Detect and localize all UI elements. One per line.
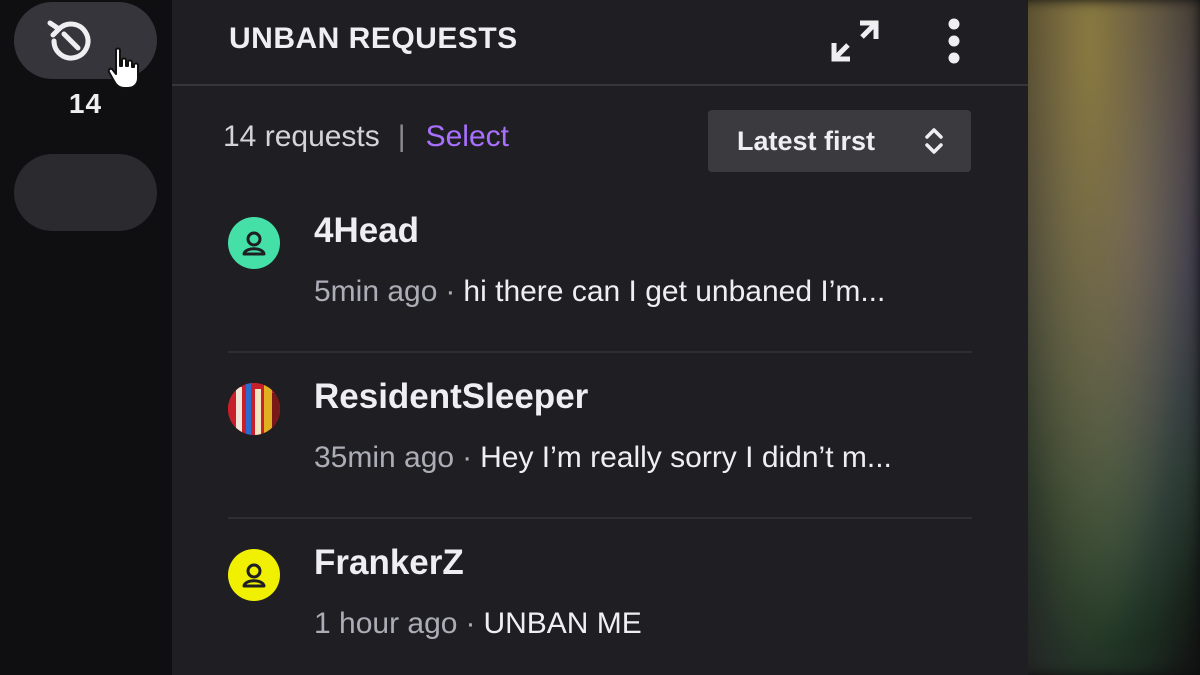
- request-time: 5min ago: [314, 275, 438, 308]
- request-time: 1 hour ago: [314, 607, 458, 640]
- request-username: 4Head: [314, 211, 420, 250]
- request-username: FrankerZ: [314, 543, 464, 582]
- request-message: Hey I’m really sorry I didn’t m...: [480, 441, 892, 474]
- meta-separator: ·: [462, 441, 473, 474]
- summary-separator: |: [397, 120, 406, 153]
- select-link[interactable]: Select: [426, 120, 509, 154]
- request-username: ResidentSleeper: [314, 377, 589, 416]
- user-avatar: [228, 549, 280, 601]
- request-time: 35min ago: [314, 441, 455, 474]
- hand-cursor-icon: [107, 47, 139, 89]
- panel-title: UNBAN REQUESTS: [229, 22, 518, 55]
- divider: [228, 517, 972, 519]
- photo-avatar: [228, 383, 280, 435]
- request-message: UNBAN ME: [483, 607, 642, 640]
- rail-request-count: 14: [68, 88, 103, 119]
- user-avatar: [228, 217, 280, 269]
- user-icon: [242, 563, 266, 588]
- expand-button[interactable]: [827, 16, 883, 66]
- sort-chevrons-icon: [925, 128, 943, 154]
- request-item[interactable]: ResidentSleeper 35min ago · Hey I’m really…: [228, 365, 972, 529]
- unban-requests-panel: UNBAN REQUESTS 14 requests | Select Late…: [172, 0, 1028, 675]
- requests-count-text: 14 requests: [223, 120, 380, 153]
- request-meta: 5min ago · hi there can I get unbaned I’m.…: [314, 275, 885, 309]
- divider: [228, 351, 972, 353]
- side-rail: 14: [0, 0, 172, 675]
- request-item[interactable]: FrankerZ 1 hour ago · UNBAN ME: [228, 531, 972, 675]
- meta-separator: ·: [465, 607, 476, 640]
- request-meta: 35min ago · Hey I’m really sorry I didn’t …: [314, 441, 892, 475]
- sort-dropdown[interactable]: Latest first: [708, 110, 971, 172]
- more-options-button[interactable]: [932, 14, 976, 68]
- meta-separator: ·: [445, 275, 456, 308]
- expand-icon: [831, 20, 879, 62]
- user-avatar: [228, 383, 280, 435]
- background-blur-right: [1000, 0, 1200, 675]
- request-item[interactable]: 4Head 5min ago · hi there can I get unbane…: [228, 199, 972, 363]
- stage: 14 UNBAN REQUESTS 14 requests | Select L…: [0, 0, 1200, 675]
- rail-placeholder-button[interactable]: [14, 154, 157, 231]
- sort-dropdown-label: Latest first: [737, 125, 876, 156]
- user-icon: [242, 231, 266, 256]
- panel-header: UNBAN REQUESTS: [172, 0, 1028, 86]
- vertical-ellipsis-icon: [948, 18, 960, 64]
- request-meta: 1 hour ago · UNBAN ME: [314, 607, 642, 641]
- history-block-icon: [47, 20, 90, 61]
- requests-summary: 14 requests | Select: [223, 120, 509, 154]
- request-message: hi there can I get unbaned I’m...: [463, 275, 886, 308]
